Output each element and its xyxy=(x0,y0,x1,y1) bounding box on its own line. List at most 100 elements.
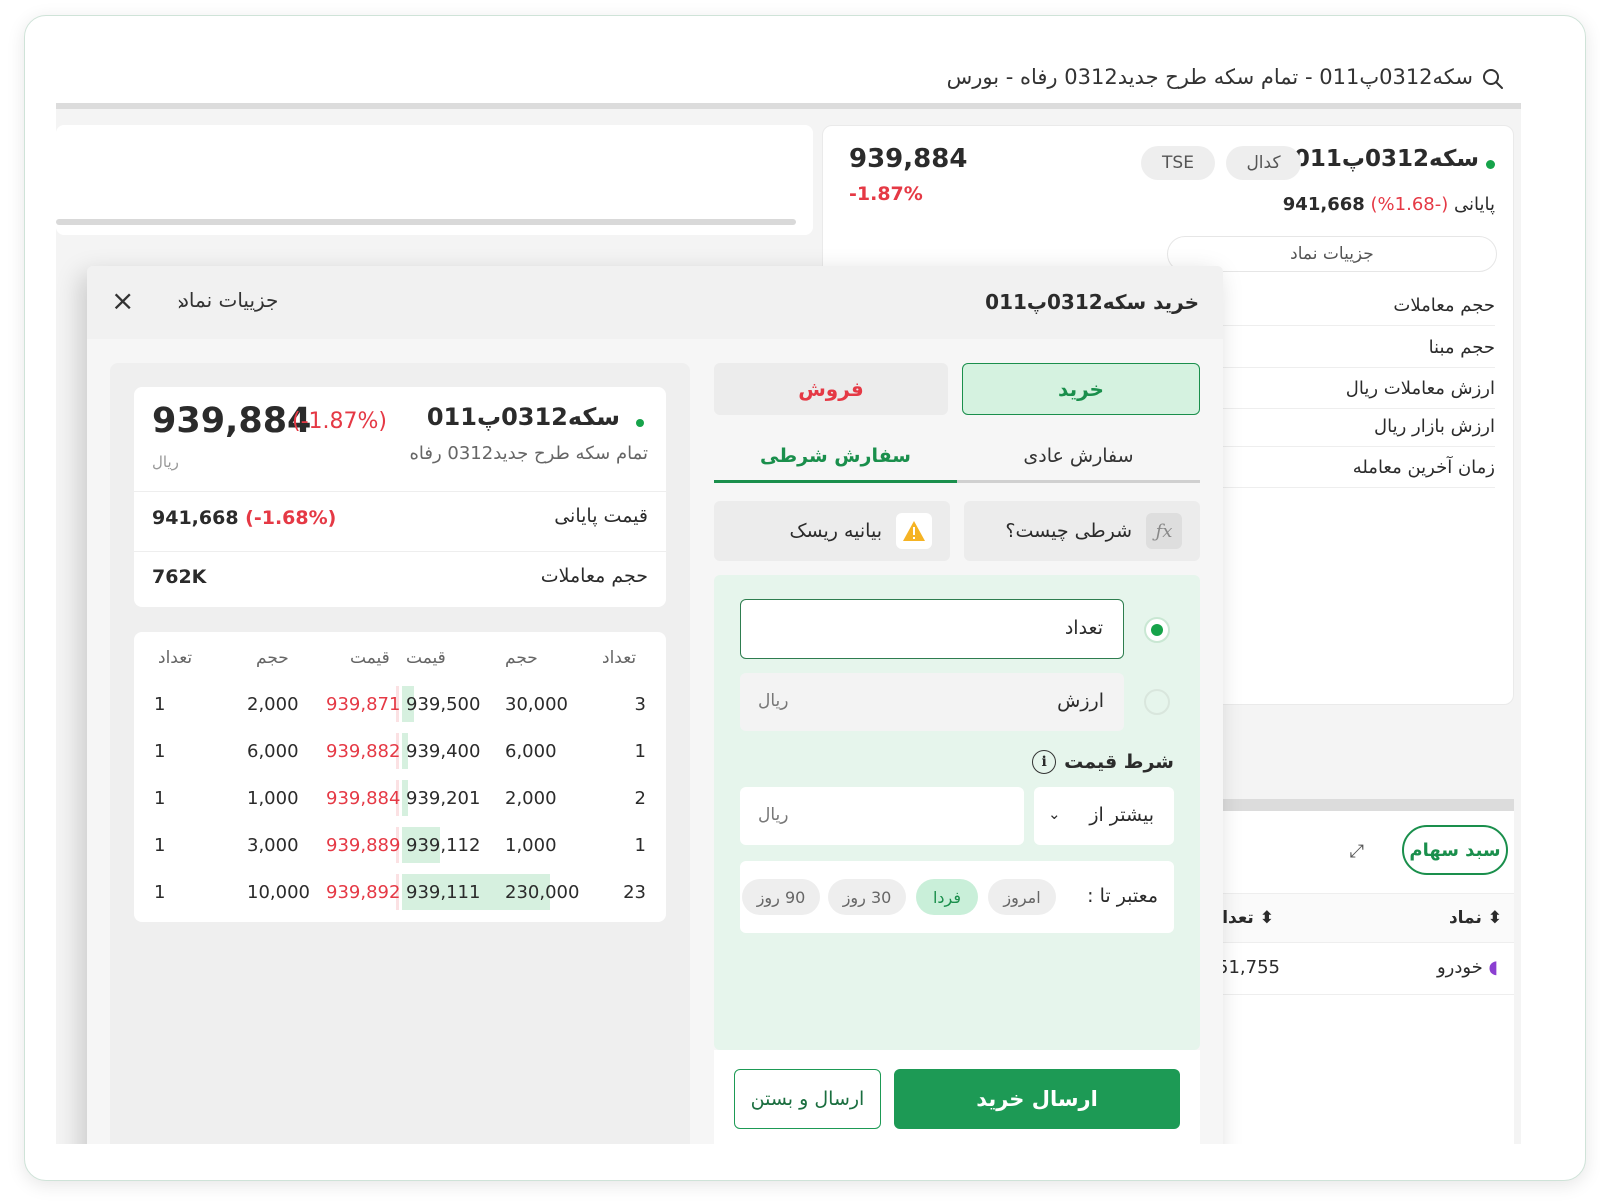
chart-scrollbar[interactable] xyxy=(56,219,796,225)
sell-count-cell: 1 xyxy=(154,788,166,809)
sell-volume-cell: 2,000 xyxy=(247,694,299,715)
buy-volume-cell: 1,000 xyxy=(505,835,557,856)
risk-statement-label: بیانیه ریسک xyxy=(789,520,882,542)
modal-header: خرید سکه0312پ011 جزییات نماد › × xyxy=(87,266,1223,339)
summary-price: 939,884 xyxy=(152,401,312,441)
portfolio-panel: سبد سهام ⤢ نماد ⬍ تعداد ⬍ خودرو ◖ 51,755 xyxy=(1193,799,1514,1144)
row-count: 51,755 xyxy=(1217,957,1280,978)
warning-icon xyxy=(896,513,932,549)
buy-volume-cell: 230,000 xyxy=(505,882,580,903)
buy-tab[interactable]: خرید xyxy=(962,363,1200,415)
col-sell-volume: حجم xyxy=(256,648,289,668)
symbol-summary-card: سکه0312پ011 تمام سکه طرح جدید0312 رفاه 9… xyxy=(134,387,666,607)
search-bar[interactable]: سکه0312پ011 - تمام سکه طرح جدید0312 رفاه… xyxy=(56,49,1521,109)
chevron-right-icon[interactable]: › xyxy=(177,291,185,315)
buy-price-cell: 939,500 xyxy=(406,694,481,715)
sell-count-cell: 1 xyxy=(154,694,166,715)
symbol-details-link[interactable]: جزییات نماد xyxy=(180,288,278,312)
closing-change: (-1.68%) xyxy=(1370,194,1449,215)
buy-count-cell: 23 xyxy=(623,882,646,903)
expand-icon[interactable]: ⤢ xyxy=(1350,841,1364,862)
validity-option-30-days[interactable]: 30 روز xyxy=(828,879,906,915)
submit-and-close-button[interactable]: ارسال و بستن xyxy=(734,1069,881,1129)
volume-value: 762K xyxy=(152,566,207,588)
validity-selector: معتبر تا : امروز فردا 30 روز 90 روز xyxy=(740,861,1174,933)
info-row-trade-value: ارزش معاملات ریال xyxy=(1175,369,1495,409)
portfolio-header: نماد ⬍ تعداد ⬍ xyxy=(1193,893,1514,943)
row-symbol: خودرو ◖ xyxy=(1436,957,1498,978)
buy-volume-cell: 2,000 xyxy=(505,788,557,809)
symbol-title: سکه0312پ011 xyxy=(1293,146,1479,172)
window-frame: سکه0312پ011 - تمام سکه طرح جدید0312 رفاه… xyxy=(24,15,1586,1181)
buy-price-cell: 939,111 xyxy=(406,882,481,903)
conditional-order-form: تعداد ارزش ریال شرط قیمت i بیشتر از ⌄ ری… xyxy=(714,575,1200,1050)
sell-tab[interactable]: فروش xyxy=(714,363,948,415)
table-row[interactable]: خودرو ◖ 51,755 xyxy=(1193,943,1514,995)
closing-price-change: (-1.68%) xyxy=(245,507,337,529)
last-change: -1.87% xyxy=(849,183,923,205)
order-book-row[interactable]: 1 1,000 939,884 939,201 2,000 2 xyxy=(134,778,666,818)
closing-price: 941,668 xyxy=(1282,194,1365,215)
order-actions: ارسال خرید ارسال و بستن xyxy=(714,1050,1200,1144)
status-dot xyxy=(636,419,644,427)
buy-count-cell: 1 xyxy=(634,741,646,762)
tab-conditional-order[interactable]: سفارش شرطی xyxy=(714,431,957,483)
chevron-down-icon: ⌄ xyxy=(1048,805,1061,823)
validity-option-90-days[interactable]: 90 روز xyxy=(742,879,820,915)
search-icon[interactable] xyxy=(1481,67,1505,91)
buy-volume-cell: 30,000 xyxy=(505,694,568,715)
col-sell-count: تعداد xyxy=(158,648,193,668)
value-radio[interactable] xyxy=(1144,689,1170,715)
valid-until-label: معتبر تا : xyxy=(1087,885,1158,907)
summary-symbol: سکه0312پ011 xyxy=(426,403,620,431)
submit-buy-button[interactable]: ارسال خرید xyxy=(894,1069,1180,1129)
buy-price-cell: 939,201 xyxy=(406,788,481,809)
search-text[interactable]: سکه0312پ011 - تمام سکه طرح جدید0312 رفاه… xyxy=(947,65,1473,89)
condition-operator-select[interactable]: بیشتر از ⌄ xyxy=(1034,787,1174,845)
sell-price-cell: 939,882 xyxy=(326,741,401,762)
risk-statement-button[interactable]: بیانیه ریسک xyxy=(714,501,950,561)
order-book-row[interactable]: 1 6,000 939,882 939,400 6,000 1 xyxy=(134,731,666,771)
info-row-base-volume: حجم مبنا xyxy=(1175,328,1495,368)
app-canvas: سکه0312پ011 - تمام سکه طرح جدید0312 رفاه… xyxy=(56,49,1521,1144)
closing-label: پایانی xyxy=(1453,194,1495,215)
value-unit: ریال xyxy=(758,691,789,711)
validity-option-tomorrow[interactable]: فردا xyxy=(916,879,978,915)
what-is-conditional-button[interactable]: ƒx شرطی چیست؟ xyxy=(964,501,1200,561)
validity-option-today[interactable]: امروز xyxy=(988,879,1056,915)
buy-price-cell: 939,400 xyxy=(406,741,481,762)
sell-volume-cell: 10,000 xyxy=(247,882,310,903)
buy-order-modal: خرید سکه0312پ011 جزییات نماد › × سکه0312… xyxy=(87,266,1223,1144)
info-icon[interactable]: i xyxy=(1032,750,1057,774)
tab-normal-order[interactable]: سفارش عادی xyxy=(957,431,1200,483)
info-row-last-trade-time: زمان آخرین معامله xyxy=(1175,448,1495,488)
buy-price-cell: 939,112 xyxy=(406,835,481,856)
sell-volume-cell: 1,000 xyxy=(247,788,299,809)
order-form-panel: خرید فروش سفارش عادی سفارش شرطی ƒx شرطی … xyxy=(714,363,1200,1144)
market-badge: TSE xyxy=(1141,146,1215,180)
summary-unit: ریال xyxy=(152,453,179,471)
market-panel: سکه0312پ011 تمام سکه طرح جدید0312 رفاه 9… xyxy=(110,363,690,1144)
chart-card xyxy=(56,125,813,235)
order-book-row[interactable]: 1 2,000 939,871 939,500 30,000 3 xyxy=(134,684,666,724)
order-book-row[interactable]: 1 3,000 939,889 939,112 1,000 1 xyxy=(134,825,666,865)
sell-count-cell: 1 xyxy=(154,882,166,903)
order-book-row[interactable]: 1 10,000 939,892 939,111 230,000 23 xyxy=(134,872,666,912)
buy-count-cell: 2 xyxy=(634,788,646,809)
closing-price-value: 941,668 (-1.68%) xyxy=(152,507,337,529)
quantity-placeholder: تعداد xyxy=(1064,617,1103,639)
buy-volume-cell: 6,000 xyxy=(505,741,557,762)
col-buy-count: تعداد xyxy=(602,648,637,668)
info-row-volume: حجم معاملات xyxy=(1175,286,1495,326)
stock-basket-button[interactable]: سبد سهام xyxy=(1402,825,1508,875)
condition-price-input[interactable]: ریال xyxy=(740,787,1024,845)
close-icon[interactable]: × xyxy=(111,287,134,315)
value-input[interactable]: ارزش ریال xyxy=(740,673,1124,731)
quantity-radio[interactable] xyxy=(1144,617,1170,643)
col-symbol[interactable]: نماد ⬍ xyxy=(1449,908,1502,928)
quantity-input[interactable]: تعداد xyxy=(740,599,1124,659)
codal-badge[interactable]: کدال xyxy=(1226,146,1301,180)
sell-price-cell: 939,889 xyxy=(326,835,401,856)
col-buy-volume: حجم xyxy=(505,648,538,668)
sell-volume-cell: 6,000 xyxy=(247,741,299,762)
